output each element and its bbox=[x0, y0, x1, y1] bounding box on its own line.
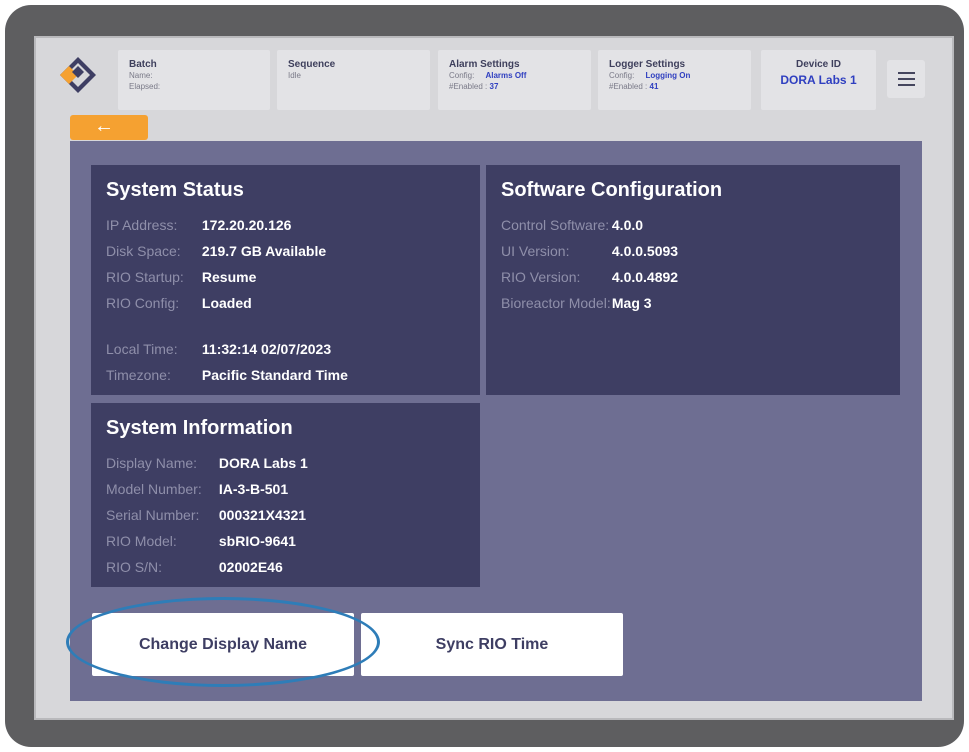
rio-sn-row: RIO S/N: 02002E46 bbox=[106, 559, 283, 575]
system-status-title: System Status bbox=[106, 179, 244, 201]
local-time-row: Local Time: 11:32:14 02/07/2023 bbox=[106, 341, 331, 357]
control-software-value: 4.0.0 bbox=[611, 217, 644, 233]
model-number-row: Model Number: IA-3-B-501 bbox=[106, 481, 288, 497]
model-number-value: IA-3-B-501 bbox=[218, 481, 289, 497]
display-name-label: Display Name: bbox=[106, 455, 198, 471]
ui-version-row: UI Version: 4.0.0.5093 bbox=[501, 243, 678, 259]
rio-sn-label: RIO S/N: bbox=[106, 559, 163, 575]
disk-space-label: Disk Space: bbox=[106, 243, 181, 259]
rio-startup-row: RIO Startup: Resume bbox=[106, 269, 256, 285]
rio-version-label: RIO Version: bbox=[501, 269, 581, 285]
ip-address-label: IP Address: bbox=[106, 217, 178, 233]
display-name-row: Display Name: DORA Labs 1 bbox=[106, 455, 308, 471]
rio-startup-label: RIO Startup: bbox=[106, 269, 184, 285]
sequence-card[interactable]: Sequence Idle bbox=[277, 50, 430, 110]
system-information-panel: System Information Display Name: DORA La… bbox=[91, 403, 480, 587]
ip-address-value: 172.20.20.126 bbox=[201, 217, 292, 233]
model-number-label: Model Number: bbox=[106, 481, 202, 497]
timezone-label: Timezone: bbox=[106, 367, 171, 383]
sync-rio-time-button[interactable]: Sync RIO Time bbox=[361, 613, 623, 676]
batch-title: Batch bbox=[129, 59, 157, 70]
logger-enabled-line: #Enabled : 41 bbox=[609, 81, 751, 92]
back-arrow-icon: ← bbox=[94, 115, 114, 137]
rio-sn-value: 02002E46 bbox=[218, 559, 283, 575]
sequence-title: Sequence bbox=[288, 59, 336, 70]
logger-settings-card[interactable]: Logger Settings Config: Logging On #Enab… bbox=[598, 50, 751, 110]
alarm-config-line: Config: Alarms Off bbox=[449, 70, 591, 81]
serial-number-value: 000321X4321 bbox=[218, 507, 307, 523]
rio-config-label: RIO Config: bbox=[106, 295, 180, 311]
rio-model-row: RIO Model: sbRIO-9641 bbox=[106, 533, 296, 549]
menu-bar-top bbox=[898, 72, 915, 74]
local-time-label: Local Time: bbox=[106, 341, 178, 357]
alarm-settings-card[interactable]: Alarm Settings Config: Alarms Off #Enabl… bbox=[438, 50, 591, 110]
bioreactor-model-value: Mag 3 bbox=[611, 295, 652, 311]
device-id-card[interactable]: Device ID DORA Labs 1 bbox=[761, 50, 876, 110]
logger-enabled-label: #Enabled : bbox=[609, 82, 648, 91]
rio-model-label: RIO Model: bbox=[106, 533, 177, 549]
batch-elapsed-label: Elapsed: bbox=[129, 82, 161, 91]
control-software-label: Control Software: bbox=[501, 217, 610, 233]
bioreactor-model-label: Bioreactor Model: bbox=[501, 295, 611, 311]
rio-config-value: Loaded bbox=[201, 295, 252, 311]
hamburger-menu-icon[interactable] bbox=[887, 60, 925, 98]
control-software-row: Control Software: 4.0.0 bbox=[501, 217, 643, 233]
header-bar: Batch Name: Elapsed: Sequence Idle Alarm… bbox=[36, 38, 952, 118]
logger-config-label: Config: bbox=[609, 71, 635, 80]
rio-model-value: sbRIO-9641 bbox=[218, 533, 296, 549]
timezone-row: Timezone: Pacific Standard Time bbox=[106, 367, 348, 383]
ui-version-label: UI Version: bbox=[501, 243, 570, 259]
logger-config-value: Logging On bbox=[645, 71, 691, 80]
alarm-enabled-label: #Enabled : bbox=[449, 82, 488, 91]
ip-address-row: IP Address: 172.20.20.126 bbox=[106, 217, 291, 233]
menu-bar-bottom bbox=[898, 84, 915, 86]
rio-startup-value: Resume bbox=[201, 269, 257, 285]
system-status-panel: System Status IP Address: 172.20.20.126 … bbox=[91, 165, 480, 395]
alarm-config-label: Config: bbox=[449, 71, 475, 80]
system-information-title: System Information bbox=[106, 417, 293, 439]
display-name-value: DORA Labs 1 bbox=[218, 455, 308, 471]
logger-settings-title: Logger Settings bbox=[609, 59, 686, 70]
disk-space-value: 219.7 GB Available bbox=[201, 243, 327, 259]
sequence-status: Idle bbox=[288, 71, 301, 80]
logger-config-line: Config: Logging On bbox=[609, 70, 751, 81]
batch-name-label: Name: bbox=[129, 71, 153, 80]
local-time-value: 11:32:14 02/07/2023 bbox=[201, 341, 332, 357]
batch-card[interactable]: Batch Name: Elapsed: bbox=[118, 50, 270, 110]
alarm-enabled-value: 37 bbox=[489, 82, 499, 91]
software-configuration-title: Software Configuration bbox=[501, 179, 723, 201]
software-configuration-panel: Software Configuration Control Software:… bbox=[486, 165, 900, 395]
rio-version-value: 4.0.0.4892 bbox=[611, 269, 679, 285]
rio-config-row: RIO Config: Loaded bbox=[106, 295, 252, 311]
alarm-settings-title: Alarm Settings bbox=[449, 59, 520, 70]
disk-space-row: Disk Space: 219.7 GB Available bbox=[106, 243, 326, 259]
rio-version-row: RIO Version: 4.0.0.4892 bbox=[501, 269, 678, 285]
alarm-config-value: Alarms Off bbox=[485, 71, 527, 80]
timezone-value: Pacific Standard Time bbox=[201, 367, 348, 383]
app-logo-icon bbox=[60, 57, 96, 93]
bioreactor-model-row: Bioreactor Model: Mag 3 bbox=[501, 295, 652, 311]
ui-version-value: 4.0.0.5093 bbox=[611, 243, 679, 259]
highlight-annotation-ring bbox=[66, 597, 380, 687]
device-id-title: Device ID bbox=[795, 59, 842, 70]
device-id-value: DORA Labs 1 bbox=[780, 73, 857, 87]
menu-bar-middle bbox=[898, 78, 915, 80]
serial-number-row: Serial Number: 000321X4321 bbox=[106, 507, 306, 523]
alarm-enabled-line: #Enabled : 37 bbox=[449, 81, 591, 92]
serial-number-label: Serial Number: bbox=[106, 507, 200, 523]
back-button[interactable]: ← bbox=[70, 115, 148, 140]
logger-enabled-value: 41 bbox=[649, 82, 659, 91]
